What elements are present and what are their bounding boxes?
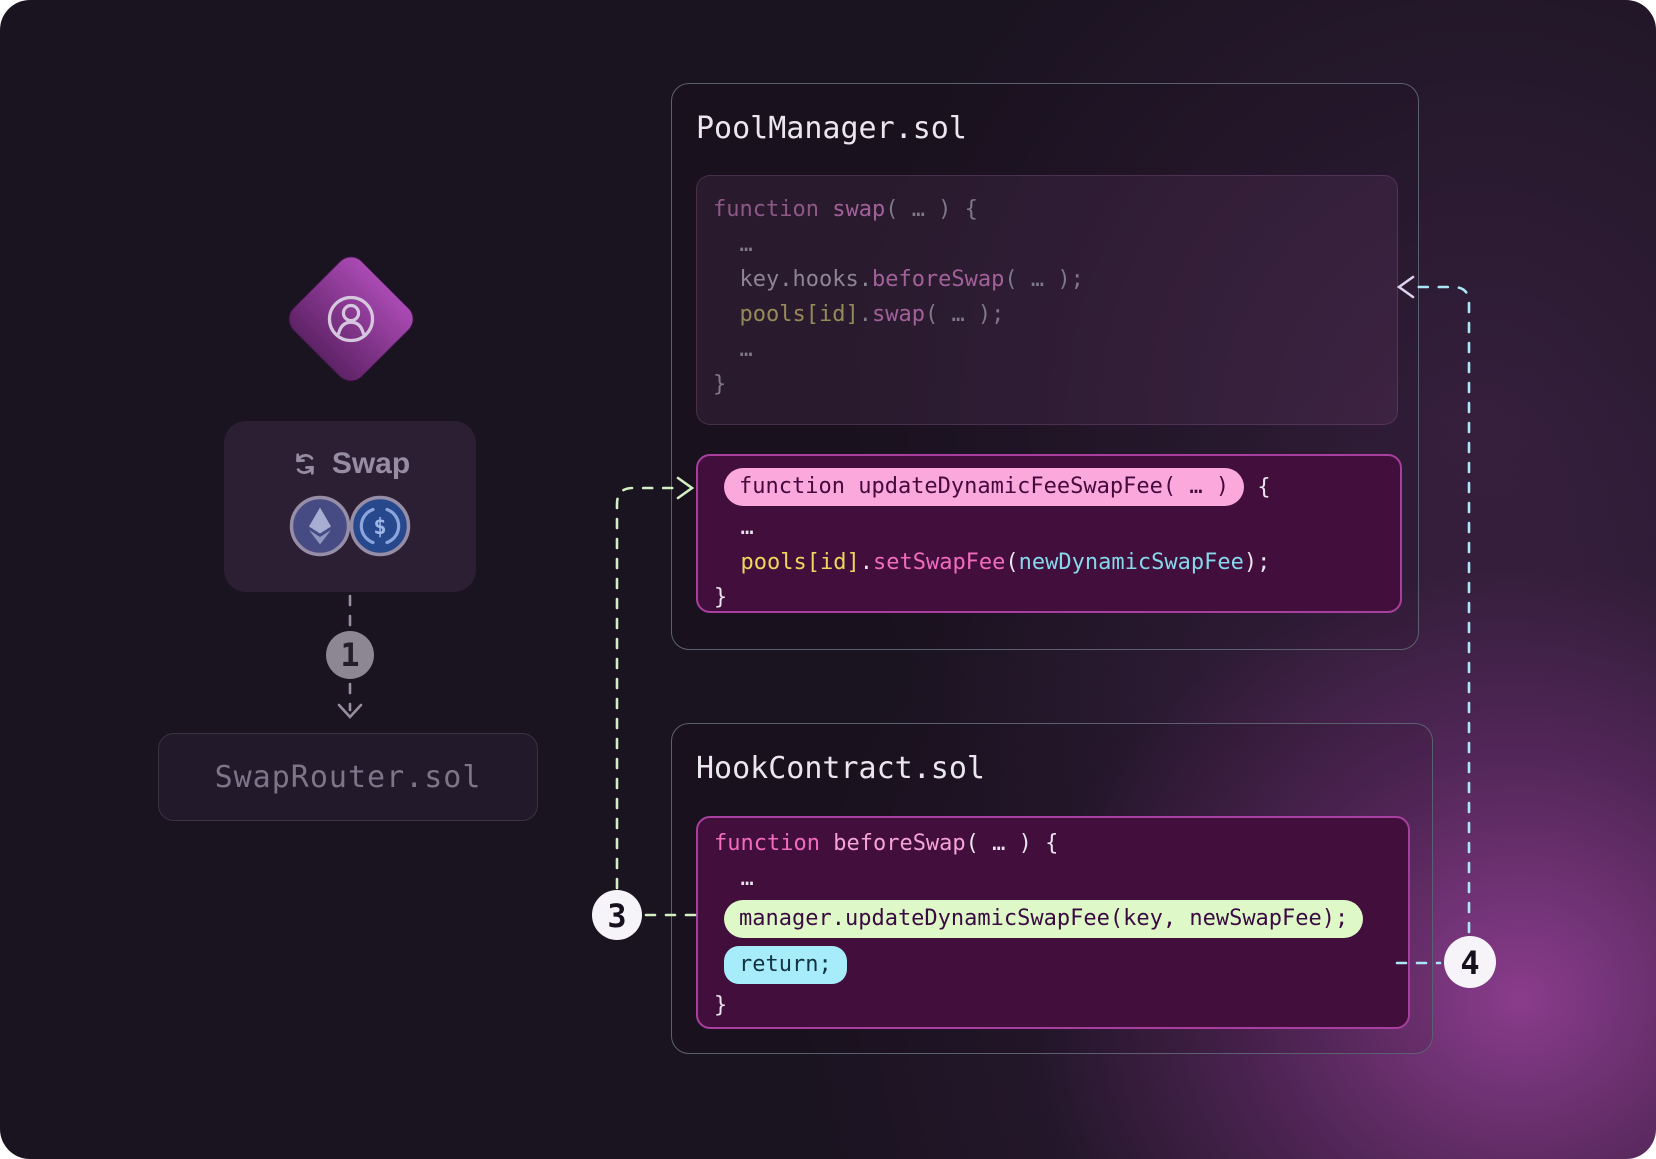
code-line: … [713,227,1397,262]
code-token [714,550,741,575]
user-icon [323,291,379,347]
code-token: pools[id] [740,302,859,327]
code-token: { [1244,475,1271,500]
step-1-badge: 1 [326,631,374,679]
swap-router-box: SwapRouter.sol [158,733,538,821]
code-token: swap [832,197,885,222]
code-token: key.hooks. [740,267,872,292]
user-avatar-inner [323,291,379,347]
code-line: key.hooks.beforeSwap( … ); [713,262,1397,297]
before-swap-function-block: function beforeSwap( … ) { … manager.upda… [696,816,1410,1029]
code-line: … [714,510,1400,545]
code-token: } [713,372,726,397]
code-line: function swap( … ) { [713,192,1397,227]
highlight-pill-green: manager.updateDynamicSwapFee(key, newSwa… [724,900,1363,938]
hook-contract-panel: HookContract.sol function beforeSwap( … … [671,723,1433,1054]
code-token: setSwapFee [873,550,1005,575]
code-token: function [713,197,832,222]
highlight-pill-cyan: return; [724,946,847,984]
swap-card: Swap $ [224,421,476,592]
code-token: … [714,515,754,540]
code-token: ( … ) { [885,197,978,222]
svg-text:$: $ [373,515,386,540]
step-4-number: 4 [1460,944,1479,982]
update-fee-function-block: function updateDynamicFeeSwapFee( … ) { … [696,454,1402,613]
code-token: newDynamicSwapFee [1019,550,1244,575]
code-token: beforeSwap [872,267,1004,292]
code-token: pools[id] [741,550,860,575]
code-token: } [714,993,727,1018]
code-token [713,302,740,327]
usdc-coin-icon: $ [349,495,411,557]
code-line: function beforeSwap( … ) { [714,826,1408,861]
pool-manager-title: PoolManager.sol [672,84,1418,146]
code-line: return; [714,942,1408,988]
code-token: ( … ); [925,302,1004,327]
code-token: } [714,585,727,610]
step-3-badge: 3 [592,890,642,940]
code-line: function updateDynamicFeeSwapFee( … ) { [714,464,1400,510]
step-4-badge: 4 [1444,936,1496,988]
code-token: function [714,831,833,856]
swap-router-label: SwapRouter.sol [215,760,482,795]
diagram-canvas: Swap $ SwapRouter.sol PoolManager.sol fu… [0,0,1656,1159]
eth-coin-icon [289,495,351,557]
flow-path-1 [339,596,361,717]
user-avatar-diamond [282,250,421,389]
code-token: swap [872,302,925,327]
code-line: } [713,367,1397,402]
swap-function-block: function swap( … ) { … key.hooks.beforeS… [696,175,1398,425]
code-token [713,267,740,292]
swap-card-header: Swap [224,447,476,481]
code-token: . [860,550,873,575]
code-line: } [714,580,1400,615]
step-3-number: 3 [607,897,626,935]
swap-card-label: Swap [332,447,410,481]
code-line: … [714,861,1408,896]
code-token: beforeSwap [833,831,965,856]
code-token: ( … ); [1004,267,1083,292]
code-line: … [713,332,1397,367]
code-line: pools[id].setSwapFee(newDynamicSwapFee); [714,545,1400,580]
code-token: ); [1244,550,1271,575]
code-token: … [713,232,753,257]
code-token: … [713,337,753,362]
code-token: … [714,866,754,891]
code-token: ( [1005,550,1018,575]
token-pair: $ [224,495,476,557]
code-token: ( … ) { [966,831,1059,856]
step-1-number: 1 [340,636,359,674]
code-token: . [859,302,872,327]
swap-arrows-icon [290,449,320,479]
code-line: pools[id].swap( … ); [713,297,1397,332]
pool-manager-panel: PoolManager.sol function swap( … ) { … k… [671,83,1419,650]
hook-contract-title: HookContract.sol [672,724,1432,786]
highlight-pill-pink: function updateDynamicFeeSwapFee( … ) [724,468,1244,506]
code-line: } [714,988,1408,1023]
code-line: manager.updateDynamicSwapFee(key, newSwa… [714,896,1408,942]
